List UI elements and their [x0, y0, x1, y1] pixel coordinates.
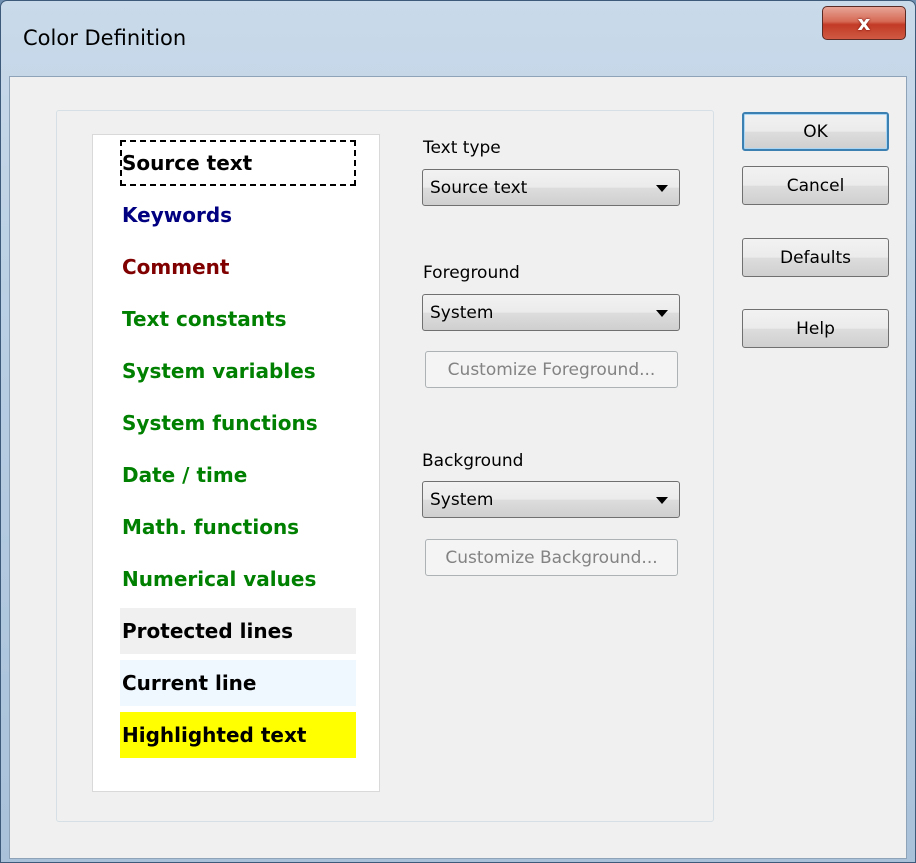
chevron-down-icon	[656, 497, 668, 504]
customize-background-label: Customize Background...	[445, 547, 658, 568]
customize-foreground-label: Customize Foreground...	[447, 359, 656, 380]
list-item[interactable]: Source text	[120, 140, 356, 186]
text-type-value: Source text	[430, 178, 528, 198]
list-item[interactable]: System functions	[120, 400, 356, 446]
background-select[interactable]: System	[422, 481, 680, 518]
text-type-listbox[interactable]: Source text Keywords Comment Text consta…	[92, 134, 380, 792]
close-button[interactable]: x	[822, 6, 906, 40]
close-icon: x	[857, 11, 871, 35]
list-item[interactable]: Numerical values	[120, 556, 356, 602]
text-type-select[interactable]: Source text	[422, 169, 680, 206]
title-bar[interactable]: Color Definition x	[1, 1, 915, 76]
defaults-button-label: Defaults	[780, 247, 851, 268]
list-item[interactable]: Current line	[120, 660, 356, 706]
list-item[interactable]: Date / time	[120, 452, 356, 498]
list-item[interactable]: Keywords	[120, 192, 356, 238]
list-item[interactable]: System variables	[120, 348, 356, 394]
foreground-label: Foreground	[423, 263, 520, 283]
foreground-value: System	[430, 303, 494, 323]
list-item[interactable]: Comment	[120, 244, 356, 290]
chevron-down-icon	[656, 185, 668, 192]
window-title: Color Definition	[23, 26, 187, 50]
list-item[interactable]: Protected lines	[120, 608, 356, 654]
foreground-select[interactable]: System	[422, 294, 680, 331]
chevron-down-icon	[656, 310, 668, 317]
cancel-button-label: Cancel	[786, 175, 845, 196]
ok-button[interactable]: OK	[742, 112, 889, 151]
cancel-button[interactable]: Cancel	[742, 166, 889, 205]
help-button[interactable]: Help	[742, 309, 889, 348]
customize-background-button[interactable]: Customize Background...	[425, 539, 678, 576]
help-button-label: Help	[796, 318, 835, 339]
dialog-client-area: Source text Keywords Comment Text consta…	[9, 76, 907, 859]
ok-button-label: OK	[803, 121, 828, 142]
defaults-button[interactable]: Defaults	[742, 238, 889, 277]
dialog-window: Color Definition x Source text Keywords …	[0, 0, 916, 863]
text-type-label: Text type	[423, 138, 501, 158]
customize-foreground-button[interactable]: Customize Foreground...	[425, 351, 678, 388]
list-item[interactable]: Math. functions	[120, 504, 356, 550]
list-item[interactable]: Text constants	[120, 296, 356, 342]
list-item[interactable]: Highlighted text	[120, 712, 356, 758]
background-label: Background	[422, 451, 524, 471]
background-value: System	[430, 490, 494, 510]
